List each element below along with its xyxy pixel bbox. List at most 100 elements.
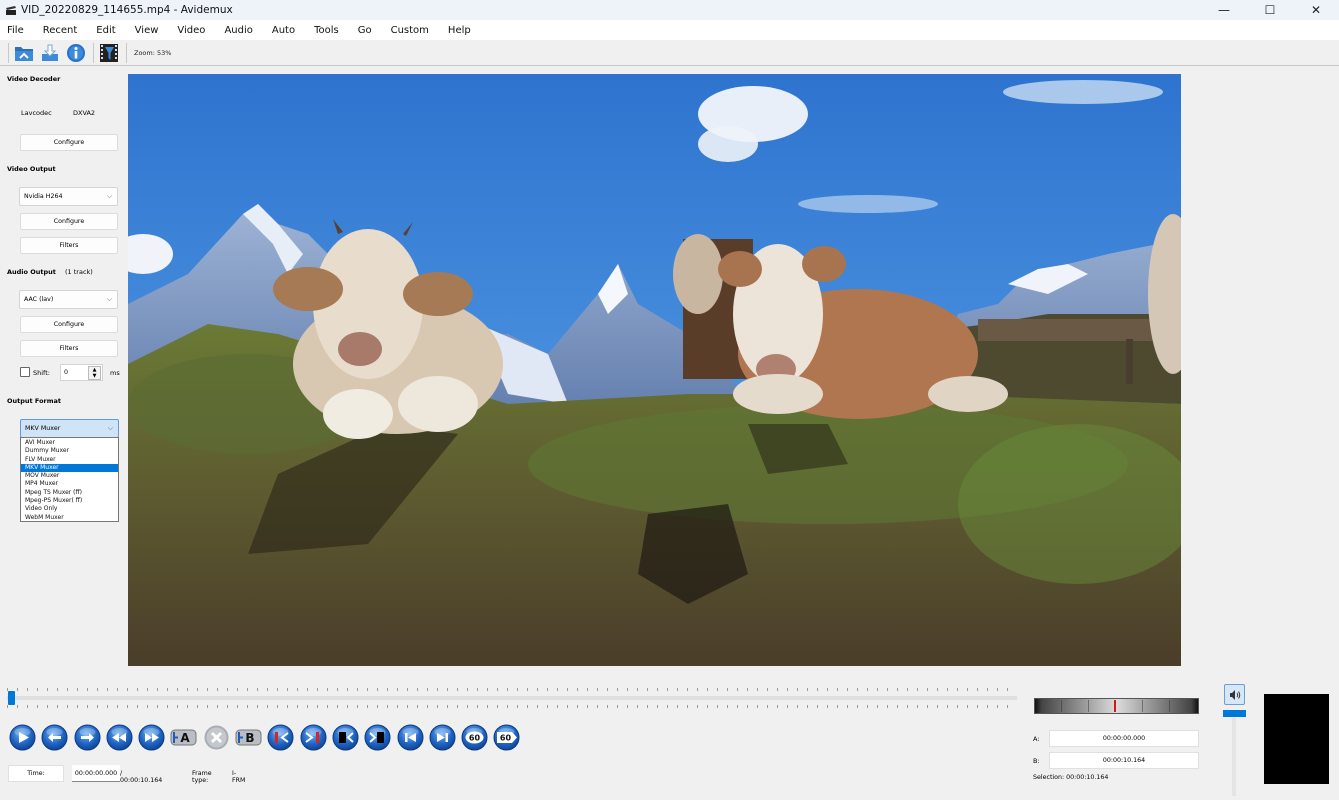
previous-black-frame-button[interactable] [332, 724, 359, 751]
goto-marker-b-button[interactable] [300, 724, 327, 751]
forward-60-icon: 60 [493, 724, 520, 750]
dropdown-option[interactable]: FLV Muxer [21, 456, 118, 464]
toolbar: Zoom: 53% [0, 40, 1339, 66]
dropdown-option[interactable]: Mpeg TS Muxer (ff) [21, 489, 118, 497]
goto-first-frame-button[interactable] [397, 724, 424, 751]
prev-black-frame-icon [332, 724, 359, 750]
next-frame-button[interactable] [74, 724, 101, 751]
next-keyframe-button[interactable] [138, 724, 165, 751]
menu-bar: File Recent Edit View Video Audio Auto T… [0, 20, 1339, 40]
delete-selection-button[interactable] [203, 724, 230, 751]
audio-output-configure-button[interactable]: Configure [20, 316, 118, 333]
output-preview [1264, 694, 1329, 784]
previous-frame-button[interactable] [41, 724, 68, 751]
goto-marker-a-button[interactable] [267, 724, 294, 751]
menu-auto[interactable]: Auto [272, 25, 295, 36]
jog-marker [1114, 700, 1116, 712]
chevron-down-icon: ⌵ [106, 192, 112, 200]
back-60s-button[interactable]: 60 [461, 724, 488, 751]
audio-codec-select[interactable]: AAC (lav) ⌵ [19, 290, 118, 309]
arrow-left-icon [41, 724, 68, 750]
timeline-handle[interactable] [8, 691, 15, 705]
timeline-slider[interactable] [7, 686, 1017, 710]
zoom-level: Zoom: 53% [134, 48, 172, 57]
audio-codec-value: AAC (lav) [24, 296, 54, 303]
output-format-select[interactable]: MKV Muxer ⌵ [20, 419, 119, 438]
spin-up-icon[interactable]: ▲ [93, 367, 97, 373]
set-marker-a-button[interactable]: A [170, 724, 197, 751]
menu-video[interactable]: Video [177, 25, 205, 36]
video-decoder-configure-button[interactable]: Configure [20, 134, 118, 151]
shift-checkbox[interactable] [20, 367, 30, 377]
jog-segment [1169, 700, 1170, 712]
marker-b-field[interactable]: 00:00:10.164 [1049, 752, 1199, 769]
menu-tools[interactable]: Tools [314, 25, 339, 36]
chevron-down-icon: ⌵ [107, 424, 113, 432]
minimize-button[interactable]: — [1201, 0, 1247, 20]
spin-arrows[interactable]: ▲ ▼ [88, 366, 101, 380]
close-button[interactable]: ✕ [1293, 0, 1339, 20]
dropdown-option[interactable]: MP4 Muxer [21, 480, 118, 488]
spin-down-icon[interactable]: ▼ [93, 373, 97, 379]
video-filters-button[interactable]: Filters [20, 237, 118, 254]
previous-keyframe-button[interactable] [106, 724, 133, 751]
timeline-ticks-bottom [7, 705, 1017, 708]
chevron-down-icon: ⌵ [106, 295, 112, 303]
menu-help[interactable]: Help [448, 25, 471, 36]
dropdown-option[interactable]: AVI Muxer [21, 439, 118, 447]
volume-slider[interactable] [1232, 718, 1236, 796]
play-icon [9, 724, 36, 750]
set-marker-b-button[interactable]: B [235, 724, 262, 751]
video-frame [128, 74, 1181, 666]
dropdown-option[interactable]: Dummy Muxer [21, 447, 118, 455]
jog-segment [1142, 700, 1143, 712]
marker-a-field[interactable]: 00:00:00.000 [1049, 730, 1199, 747]
marker-b-icon-label: B [246, 731, 255, 745]
jog-shuttle[interactable] [1034, 698, 1199, 714]
dropdown-option[interactable]: WebM Muxer [21, 514, 118, 522]
total-duration: / 00:00:10.164 [120, 770, 163, 784]
play-button[interactable] [9, 724, 36, 751]
back-60-icon: 60 [461, 724, 488, 750]
video-codec-select[interactable]: Nvidia H264 ⌵ [19, 187, 118, 206]
frame-type-label: Frame type: [192, 770, 212, 784]
marker-b-label: B: [1033, 757, 1040, 765]
menu-go[interactable]: Go [358, 25, 372, 36]
rewind-icon [106, 724, 133, 750]
dropdown-option[interactable]: MOV Muxer [21, 472, 118, 480]
goto-last-frame-button[interactable] [429, 724, 456, 751]
forward-60s-button[interactable]: 60 [493, 724, 520, 751]
time-button[interactable]: Time: [8, 765, 64, 782]
marker-a-label: A: [1033, 735, 1040, 743]
menu-audio[interactable]: Audio [224, 25, 252, 36]
shift-value: 0 [64, 369, 69, 376]
current-time-field[interactable]: 00:00:00.000 [72, 765, 120, 782]
fast-forward-icon [138, 724, 165, 750]
dropdown-option-selected[interactable]: MKV Muxer [21, 463, 118, 473]
audio-filters-button[interactable]: Filters [20, 340, 118, 357]
shift-spinbox[interactable]: 0 ▲ ▼ [60, 364, 103, 381]
dropdown-option[interactable]: Video Only [21, 505, 118, 513]
frame-type-value: I-FRM [232, 770, 246, 784]
timeline-track[interactable] [7, 696, 1017, 700]
audio-output-title: Audio Output [7, 268, 56, 276]
video-codec-value: Nvidia H264 [24, 193, 63, 200]
decoder-name: Lavcodec [21, 109, 52, 117]
output-format-value: MKV Muxer [25, 425, 61, 432]
video-output-configure-button[interactable]: Configure [20, 213, 118, 230]
video-output-title: Video Output [7, 165, 56, 173]
output-format-title: Output Format [7, 397, 62, 405]
close-circle-icon [204, 725, 229, 749]
dropdown-option[interactable]: Mpeg-PS Muxer( ff) [21, 497, 118, 505]
video-decoder-title: Video Decoder [7, 75, 61, 83]
volume-level[interactable] [1223, 710, 1246, 717]
left-panel: Video Decoder Lavcodec DXVA2 Configure V… [0, 0, 126, 800]
mute-button[interactable] [1224, 684, 1245, 705]
shift-label: Shift: [33, 369, 50, 377]
menu-view[interactable]: View [135, 25, 159, 36]
maximize-button[interactable]: ☐ [1247, 0, 1293, 20]
menu-custom[interactable]: Custom [391, 25, 429, 36]
next-black-frame-button[interactable] [364, 724, 391, 751]
shift-unit: ms [110, 369, 120, 377]
goto-marker-b-icon [300, 724, 327, 750]
